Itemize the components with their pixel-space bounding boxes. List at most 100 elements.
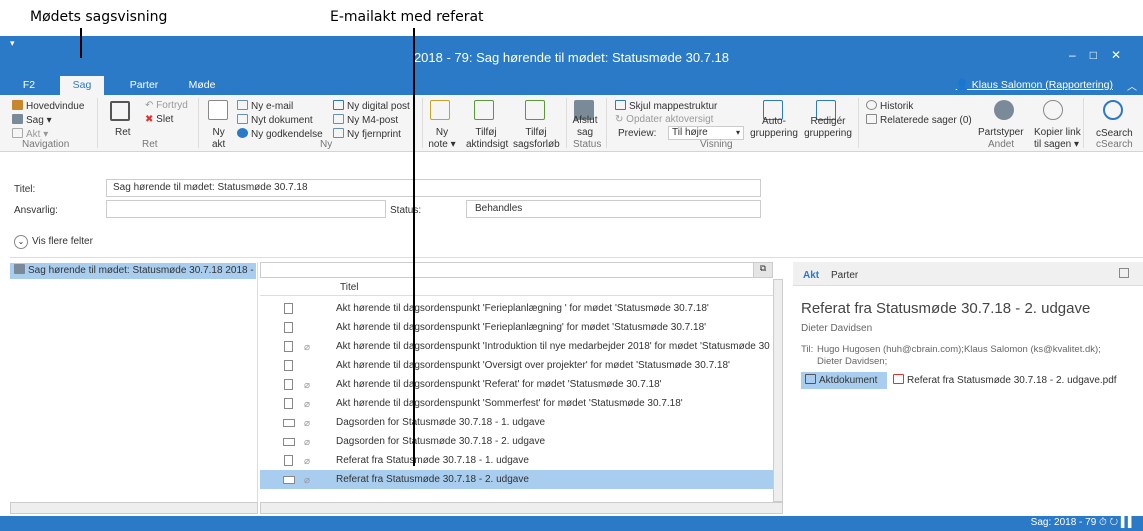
user-link[interactable]: 👤 Klaus Salomon (Rapportering) xyxy=(956,78,1113,91)
fortryd-button[interactable]: ↶ Fortryd xyxy=(145,100,188,112)
ny-godkendelse-button[interactable]: Ny godkendelse xyxy=(237,128,323,141)
list-item[interactable]: ⌀ Akt hørende til dagsordenspunkt 'Sommer… xyxy=(260,394,773,413)
attachment-icon: ⌀ xyxy=(304,456,311,467)
tab-parter[interactable]: Parter xyxy=(124,76,164,95)
ny-akt-button[interactable]: Ny akt xyxy=(212,127,225,151)
skjul-mappestruktur-button[interactable]: Skjul mappestruktur xyxy=(615,100,717,113)
tree-item-case[interactable]: Sag hørende til mødet: Statusmøde 30.7.1… xyxy=(10,263,256,279)
list-item[interactable]: ⌀ Dagsorden for Statusmøde 30.7.18 - 1. u… xyxy=(260,413,773,432)
email-icon xyxy=(283,438,295,446)
separator xyxy=(566,98,567,148)
chevron-down-icon[interactable]: ⌄ xyxy=(14,235,28,249)
ansvarlig-label: Ansvarlig: xyxy=(14,205,58,216)
filter-icon[interactable]: ⧉ xyxy=(753,262,773,278)
ny-digital-post-button[interactable]: Ny digital post xyxy=(333,100,410,113)
separator xyxy=(198,98,199,148)
digital-post-icon xyxy=(333,100,344,110)
horizontal-scrollbar[interactable] xyxy=(260,502,783,514)
ny-note-button[interactable]: Ny note ▾ xyxy=(422,127,462,151)
case-tree: Sag hørende til mødet: Statusmøde 30.7.1… xyxy=(10,262,258,514)
preview-title: Referat fra Statusmøde 30.7.18 - 2. udga… xyxy=(801,300,1091,317)
tab-f2[interactable]: F2 xyxy=(14,76,44,95)
historik-button[interactable]: Historik xyxy=(866,100,913,113)
quick-access-icon[interactable]: ▾ xyxy=(10,38,15,49)
preview-select[interactable]: Til højre ▾ xyxy=(668,126,744,140)
list-item[interactable]: ⌀ Dagsorden for Statusmøde 30.7.18 - 2. u… xyxy=(260,432,773,451)
tilfoj-aktindsigt-button[interactable]: Tilføj aktindsigt xyxy=(466,127,508,151)
partstyper-button[interactable]: Partstyper xyxy=(978,127,1024,139)
document-icon xyxy=(284,341,293,352)
horizontal-scrollbar[interactable] xyxy=(10,502,258,514)
afslut-sag-button[interactable]: Afslut sag xyxy=(570,115,600,139)
sag-dropdown[interactable]: Sag ▾ xyxy=(12,114,52,127)
link-icon xyxy=(1043,100,1063,120)
popout-icon[interactable] xyxy=(1119,268,1129,278)
case-icon xyxy=(12,114,23,124)
document-icon xyxy=(805,374,816,384)
document-icon xyxy=(12,128,23,138)
auto-gruppering-button[interactable]: Auto-gruppering xyxy=(748,116,800,140)
status-field[interactable]: Behandles xyxy=(466,200,761,218)
list-item[interactable]: Akt hørende til dagsordenspunkt 'Oversig… xyxy=(260,356,773,375)
kopier-link-button[interactable]: Kopier link til sagen ▾ xyxy=(1034,127,1081,151)
separator xyxy=(97,98,98,148)
nyt-dokument-button[interactable]: Nyt dokument xyxy=(237,114,313,127)
document-icon xyxy=(284,360,293,371)
tilfoj-sagsforlob-button[interactable]: Tilføj sagsforløb xyxy=(513,127,560,151)
sagsforlob-icon xyxy=(525,100,545,120)
separator xyxy=(1083,98,1084,148)
collapse-ribbon-icon[interactable]: ︿ xyxy=(1127,78,1137,93)
ny-fjernprint-button[interactable]: Ny fjernprint xyxy=(333,128,401,141)
list-item[interactable]: ⌀ Akt hørende til dagsordenspunkt 'Refera… xyxy=(260,375,773,394)
aktdokument-button[interactable]: Aktdokument xyxy=(801,372,887,389)
list-item[interactable]: Akt hørende til dagsordenspunkt 'Feriepl… xyxy=(260,299,773,318)
csearch-icon xyxy=(1103,100,1123,120)
tab-mode[interactable]: Møde xyxy=(184,76,220,95)
ret-button[interactable]: Ret xyxy=(115,127,131,139)
vertical-scrollbar[interactable] xyxy=(773,279,783,502)
ny-m4-post-button[interactable]: Ny M4-post xyxy=(333,114,398,127)
column-header-titel[interactable]: Titel xyxy=(340,282,359,293)
list-item-title: Akt hørende til dagsordenspunkt 'Sommerf… xyxy=(336,398,683,409)
vis-flere-felter-link[interactable]: Vis flere felter xyxy=(32,236,93,247)
status-text: Sag: 2018 - 79 ⏱ ↻ ▌▌ xyxy=(1030,517,1135,528)
status-label: Status: xyxy=(390,205,422,216)
list-item[interactable]: ⌀ Akt hørende til dagsordenspunkt 'Introd… xyxy=(260,337,773,356)
related-icon xyxy=(866,114,877,124)
list-item-title: Akt hørende til dagsordenspunkt 'Introdu… xyxy=(336,341,770,352)
annotation-case-view: Mødets sagsvisning xyxy=(30,9,168,25)
opdater-aktoversigt-button[interactable]: ↻ Opdater aktoversigt xyxy=(615,114,713,126)
tab-parter-preview[interactable]: Parter xyxy=(831,270,858,281)
window-title: 2018 - 79: Sag hørende til mødet: Status… xyxy=(413,50,730,65)
hovedvindue-button[interactable]: Hovedvindue xyxy=(12,100,84,113)
relaterede-sager-button[interactable]: Relaterede sager (0) xyxy=(866,114,972,127)
note-icon xyxy=(430,100,450,120)
window-controls[interactable]: –□✕ xyxy=(1069,48,1135,62)
attachment-icon: ⌀ xyxy=(304,418,311,429)
ny-email-button[interactable]: Ny e-mail xyxy=(237,100,293,113)
attachment-icon: ⌀ xyxy=(304,475,311,486)
parties-icon xyxy=(994,100,1014,120)
attachment-link[interactable]: Referat fra Statusmøde 30.7.18 - 2. udga… xyxy=(893,374,1117,386)
slet-button[interactable]: ✖ Slet xyxy=(145,114,173,126)
home-icon xyxy=(12,100,23,110)
titel-field[interactable]: Sag hørende til mødet: Statusmøde 30.7.1… xyxy=(106,179,761,197)
email-icon xyxy=(237,100,248,110)
list-item[interactable]: Akt hørende til dagsordenspunkt 'Feriepl… xyxy=(260,318,773,337)
group-ret: Ret xyxy=(142,139,158,150)
ansvarlig-field[interactable] xyxy=(106,200,386,218)
group-andet: Andet xyxy=(988,139,1015,150)
tab-sag[interactable]: Sag xyxy=(60,76,104,95)
list-item-title: Dagsorden for Statusmøde 30.7.18 - 1. ud… xyxy=(336,417,546,428)
tab-akt[interactable]: Akt xyxy=(803,270,819,281)
group-ny: Ny xyxy=(320,139,333,150)
folder-structure-icon xyxy=(615,100,626,110)
preview-to: Hugo Hugosen (huh@cbrain.com);Klaus Salo… xyxy=(817,344,1101,367)
list-item[interactable]: ⌀ Referat fra Statusmøde 30.7.18 - 2. udg… xyxy=(260,470,773,489)
list-item[interactable]: ⌀ Referat fra Statusmøde 30.7.18 - 1. udg… xyxy=(260,451,773,470)
list-item-title: Akt hørende til dagsordenspunkt 'Feriepl… xyxy=(336,322,707,333)
history-icon xyxy=(866,100,877,110)
list-filter-input[interactable] xyxy=(260,262,773,278)
document-icon xyxy=(284,322,293,333)
rediger-gruppering-button[interactable]: Redigér gruppering xyxy=(802,116,854,140)
